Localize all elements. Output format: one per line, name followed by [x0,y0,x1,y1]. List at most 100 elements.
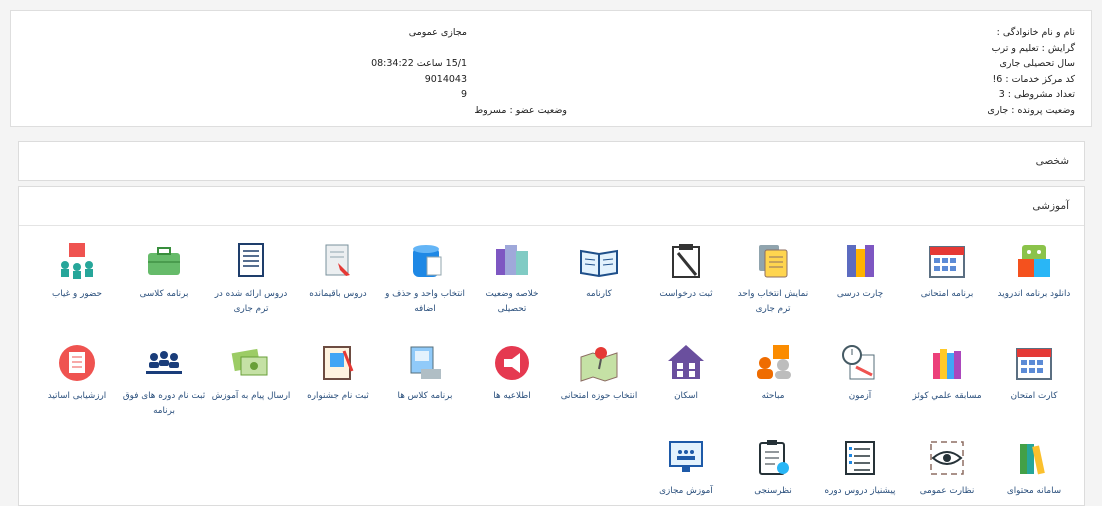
open-book-icon[interactable] [577,239,621,283]
tile-android[interactable]: دانلود برنامه اندروید [992,239,1076,302]
tile-label[interactable]: کارت امتحان [992,389,1076,404]
virtual-class-icon[interactable] [664,436,708,480]
calendar-icon[interactable] [1012,341,1056,385]
info-line-file-status: وضعیت پرونده : جاری [987,104,1075,116]
tile-label[interactable]: برنامه امتحانی [905,287,989,302]
calendar-icon[interactable] [925,239,969,283]
books-stack-icon[interactable] [925,341,969,385]
tile-discussion[interactable]: مباحثه [731,341,815,404]
tile-label[interactable]: ثبت نام جشنواره [296,389,380,404]
tile-label[interactable]: خلاصه وضعیت تحصیلی [470,287,554,317]
tile-classroom[interactable]: حضور و غیاب [35,239,119,302]
tile-house[interactable]: اسکان [644,341,728,404]
tile-clipboard-pen[interactable]: ثبت درخواست [644,239,728,302]
tile-label[interactable]: برنامه کلاسی [122,287,206,302]
tile-label[interactable]: دانلود برنامه اندروید [992,287,1076,302]
tile-books[interactable]: چارت درسی [818,239,902,302]
tile-label[interactable]: سامانه محتوای [992,484,1076,499]
tile-documents[interactable]: نمایش انتخاب واحد ترم جاری [731,239,815,317]
tile-label[interactable]: ارزشیابی اساتید [35,389,119,404]
tile-label[interactable]: مباحثه [731,389,815,404]
tile-label[interactable]: نظرسنجی [731,484,815,499]
tile-folders[interactable]: خلاصه وضعیت تحصیلی [470,239,554,317]
checklist-icon[interactable] [838,436,882,480]
evaluation-icon[interactable] [55,341,99,385]
info-mid-datetime: 15/1 ساعت 08:34:22 [371,58,467,69]
tile-label[interactable]: ثبت نام دوره های فوق برنامه [122,389,206,419]
books-shelf-icon[interactable] [1012,436,1056,480]
tile-label[interactable]: دروس ارائه شده در ترم جاری [209,287,293,317]
tile-label[interactable]: نمایش انتخاب واحد ترم جاری [731,287,815,317]
tile-books-shelf[interactable]: سامانه محتوای [992,436,1076,499]
money-message-icon[interactable] [229,341,273,385]
tile-label[interactable]: مسابقه علمي کوئز [905,389,989,404]
info-mid-number: 9014043 [424,73,467,85]
tile-label[interactable]: حضور و غیاب [35,287,119,302]
tile-label[interactable]: اسکان [644,389,728,404]
personal-panel[interactable]: شخصی [18,141,1085,181]
info-line-center: کد مرکز خدمات : 6! [992,73,1075,85]
info-line-field: گرایش : تعلیم و ترب [991,42,1075,54]
briefcase-icon[interactable] [142,239,186,283]
tile-group[interactable]: ثبت نام دوره های فوق برنامه [122,341,206,419]
tile-label[interactable]: نظارت عمومی [905,484,989,499]
classroom-icon[interactable] [55,239,99,283]
info-line-year: سال تحصیلی جاری [999,58,1075,69]
books-icon[interactable] [838,239,882,283]
android-icon[interactable] [1012,239,1056,283]
exam-clock-icon[interactable] [838,341,882,385]
tile-megaphone[interactable]: اطلاعیه ها [470,341,554,404]
tile-label[interactable]: دروس باقیمانده [296,287,380,302]
tile-document-list[interactable]: دروس ارائه شده در ترم جاری [209,239,293,317]
tile-label[interactable]: انتخاب واحد و حذف و اضافه [383,287,467,317]
tile-label[interactable]: آزمون [818,389,902,404]
database-doc-icon[interactable] [403,239,447,283]
document-list-icon[interactable] [229,239,273,283]
house-icon[interactable] [664,341,708,385]
folders-icon[interactable] [490,239,534,283]
tile-briefcase[interactable]: برنامه کلاسی [122,239,206,302]
tile-checklist[interactable]: پیشنیاز دروس دوره [818,436,902,499]
info-line-probation: تعداد مشروطی : 3 [998,89,1075,100]
personal-panel-title[interactable]: شخصی [19,142,1084,180]
map-pin-icon[interactable] [577,341,621,385]
tile-calendar[interactable]: کارت امتحان [992,341,1076,404]
tile-monitor[interactable]: برنامه کلاس ها [383,341,467,404]
monitor-icon[interactable] [403,341,447,385]
education-panel-title[interactable]: آموزشی [19,187,1084,226]
tile-document-arrow[interactable]: دروس باقیمانده [296,239,380,302]
tile-eye[interactable]: نظارت عمومی [905,436,989,499]
documents-icon[interactable] [751,239,795,283]
tile-label[interactable]: پیشنیاز دروس دوره [818,484,902,499]
tile-map-pin[interactable]: انتخاب حوزه امتحانی [557,341,641,404]
tile-money-message[interactable]: ارسال پیام به آموزش [209,341,293,404]
info-mid-status: وضعیت عضو : مسروط [474,104,567,116]
megaphone-icon[interactable] [490,341,534,385]
education-panel: آموزشی دانلود برنامه اندروید برنامه امتحا… [18,186,1085,506]
tile-evaluation[interactable]: ارزشیابی اساتید [35,341,119,404]
tile-exam-clock[interactable]: آزمون [818,341,902,404]
tile-label[interactable]: ارسال پیام به آموزش [209,389,293,404]
tile-label[interactable]: کارنامه [557,287,641,302]
eye-icon[interactable] [925,436,969,480]
discussion-icon[interactable] [751,341,795,385]
tile-label[interactable]: برنامه کلاس ها [383,389,467,404]
tile-virtual-class[interactable]: آموزش مجازی [644,436,728,499]
tile-calendar[interactable]: برنامه امتحانی [905,239,989,302]
tile-database-doc[interactable]: انتخاب واحد و حذف و اضافه [383,239,467,317]
tile-open-book[interactable]: کارنامه [557,239,641,302]
tile-survey[interactable]: نظرسنجی [731,436,815,499]
tile-label[interactable]: انتخاب حوزه امتحانی [557,389,641,404]
group-icon[interactable] [142,341,186,385]
tile-label[interactable]: چارت درسی [818,287,902,302]
tile-label[interactable]: آموزش مجازی [644,484,728,499]
survey-icon[interactable] [751,436,795,480]
tile-label[interactable]: اطلاعیه ها [470,389,554,404]
tile-books-stack[interactable]: مسابقه علمي کوئز [905,341,989,404]
student-info-panel: نام و نام خانوادگی : گرایش : تعلیم و ترب… [10,10,1092,127]
document-arrow-icon[interactable] [316,239,360,283]
tile-festival[interactable]: ثبت نام جشنواره [296,341,380,404]
tile-label[interactable]: ثبت درخواست [644,287,728,302]
clipboard-pen-icon[interactable] [664,239,708,283]
festival-icon[interactable] [316,341,360,385]
